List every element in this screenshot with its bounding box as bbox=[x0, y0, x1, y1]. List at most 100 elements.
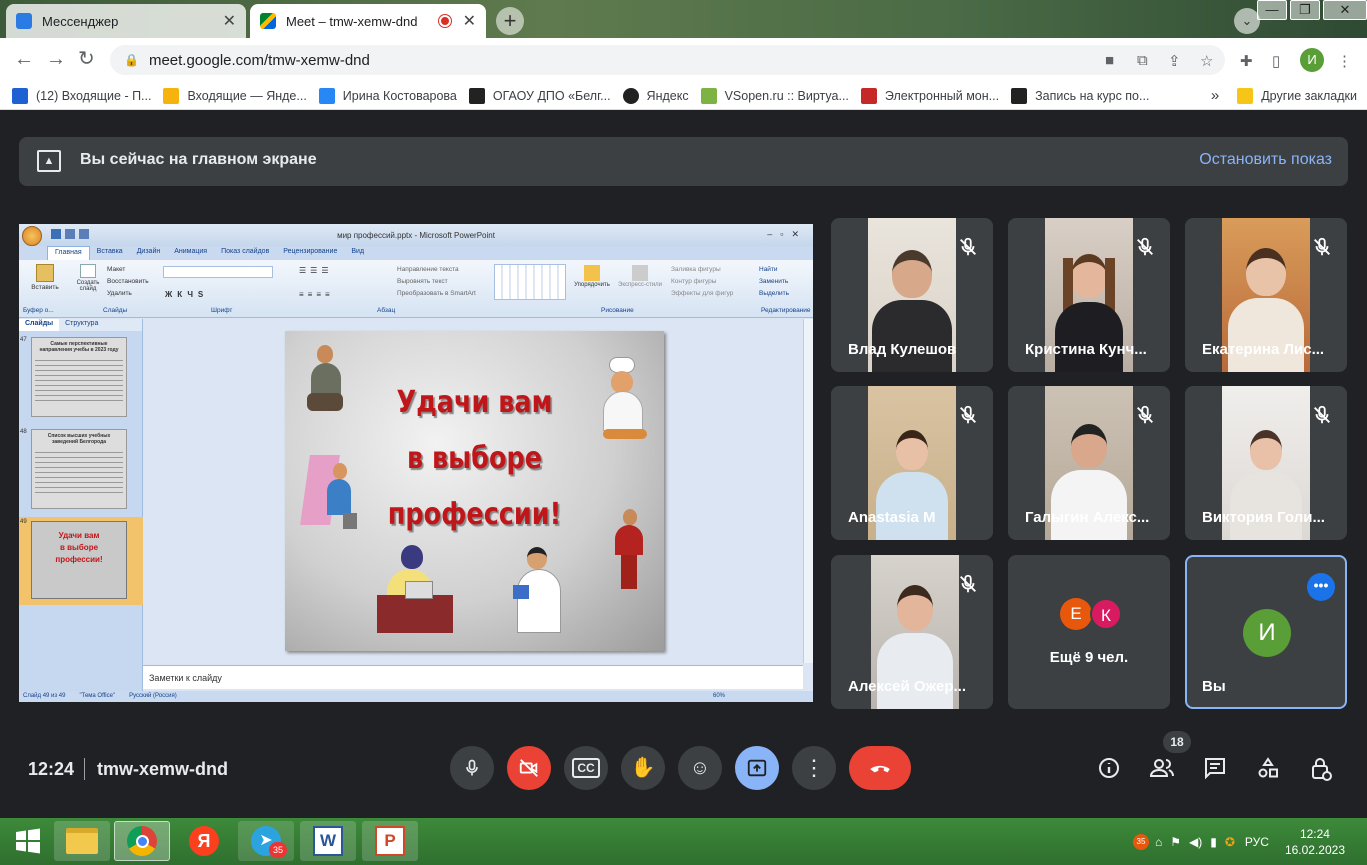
ppt-create-slide-button[interactable]: Создать слайд bbox=[73, 262, 103, 292]
ppt-find[interactable]: Найти bbox=[759, 264, 789, 276]
ppt-text-direction[interactable]: Направление текста bbox=[397, 264, 476, 276]
bookmark-item[interactable]: Ирина Костоварова bbox=[318, 87, 457, 104]
chat-button[interactable] bbox=[1203, 756, 1227, 786]
share-icon[interactable]: ⇪ bbox=[1168, 52, 1181, 70]
taskbar-telegram[interactable]: ➤ 35 bbox=[238, 821, 294, 861]
ppt-shape-fill[interactable]: Заливка фигуры bbox=[671, 264, 733, 276]
ppt-select[interactable]: Выделить bbox=[759, 288, 789, 300]
participant-tile[interactable]: Влад Кулешов bbox=[831, 218, 993, 372]
ppt-font-format-buttons[interactable]: ЖКЧS bbox=[165, 290, 208, 299]
flag-icon[interactable]: ⚑ bbox=[1170, 835, 1181, 849]
taskbar-yandex[interactable]: Я bbox=[176, 821, 232, 861]
keyboard-language[interactable]: РУС bbox=[1245, 835, 1269, 849]
meeting-details-button[interactable] bbox=[1097, 756, 1121, 786]
ppt-arrange-button[interactable]: Упорядочить bbox=[574, 264, 610, 288]
taskbar-powerpoint[interactable]: P bbox=[362, 821, 418, 861]
host-controls-button[interactable] bbox=[1309, 756, 1333, 788]
activities-button[interactable] bbox=[1256, 756, 1280, 786]
ppt-font-select[interactable] bbox=[163, 266, 273, 278]
ppt-tab-view[interactable]: Вид bbox=[344, 246, 371, 260]
open-in-window-icon[interactable]: ⧉ bbox=[1137, 52, 1148, 69]
close-window-button[interactable]: ✕ bbox=[1323, 0, 1367, 20]
bookmark-item[interactable]: (12) Входящие - П... bbox=[12, 87, 151, 104]
ppt-window-controls[interactable]: –▫✕ bbox=[767, 229, 807, 240]
reactions-button[interactable]: ☺ bbox=[678, 746, 722, 790]
profile-avatar[interactable]: И bbox=[1300, 48, 1324, 72]
participant-tile[interactable]: Кристина Кунч... bbox=[1008, 218, 1170, 372]
ppt-tab-design[interactable]: Дизайн bbox=[130, 246, 168, 260]
slide-thumbnail-48[interactable]: Список высших учебных заведений Белгород… bbox=[31, 429, 127, 509]
slide-thumbnail-47[interactable]: Самые перспективные направления учебы в … bbox=[31, 337, 127, 417]
address-bar[interactable]: 🔒 meet.google.com/tmw-xemw-dnd bbox=[110, 45, 1225, 75]
participant-tile[interactable]: Екатерина Лис... bbox=[1185, 218, 1347, 372]
taskbar-word[interactable]: W bbox=[300, 821, 356, 861]
bookmark-item[interactable]: Электронный мон... bbox=[860, 87, 999, 104]
more-options-button[interactable]: ••• bbox=[1307, 573, 1335, 601]
captions-button[interactable]: CC bbox=[564, 746, 608, 790]
current-slide[interactable]: Удачи вам в выборе профессии! bbox=[285, 331, 664, 651]
avast-icon[interactable]: ✪ bbox=[1225, 835, 1235, 849]
ppt-restore-button[interactable]: Восстановить bbox=[107, 276, 149, 288]
participant-tile[interactable]: Галыгин Алекс... bbox=[1008, 386, 1170, 540]
ppt-shape-outline[interactable]: Контур фигуры bbox=[671, 276, 733, 288]
battery-icon[interactable]: ▮ bbox=[1210, 835, 1217, 849]
menu-kebab-icon[interactable]: ⋮ bbox=[1337, 52, 1352, 70]
close-tab-icon[interactable]: ✕ bbox=[223, 11, 236, 31]
camera-button[interactable] bbox=[507, 746, 551, 790]
bookmark-star-icon[interactable]: ☆ bbox=[1200, 52, 1213, 70]
ppt-tab-home[interactable]: Главная bbox=[47, 246, 90, 260]
more-participants-tile[interactable]: Е К Ещё 9 чел. bbox=[1008, 555, 1170, 709]
ppt-quick-styles-button[interactable]: Экспресс-стили bbox=[615, 264, 665, 288]
bookmark-item[interactable]: Запись на курс по... bbox=[1011, 87, 1149, 104]
ppt-smartart[interactable]: Преобразовать в SmartArt bbox=[397, 288, 476, 300]
stop-presenting-button[interactable]: Остановить показ bbox=[1199, 151, 1332, 169]
extensions-icon[interactable]: ✚ bbox=[1240, 52, 1253, 70]
ppt-vertical-scrollbar[interactable] bbox=[803, 319, 813, 663]
ppt-shapes-gallery[interactable] bbox=[494, 264, 566, 300]
slide-thumbnail-49[interactable]: Удачи вам в выборе профессии! bbox=[31, 521, 127, 599]
more-bookmarks-button[interactable]: » bbox=[1211, 87, 1219, 104]
ppt-tab-slideshow[interactable]: Показ слайдов bbox=[214, 246, 276, 260]
lock-icon[interactable]: 🔒 bbox=[124, 53, 139, 67]
bookmark-item[interactable]: Входящие — Янде... bbox=[163, 87, 307, 104]
leave-call-button[interactable] bbox=[849, 746, 911, 790]
close-tab-icon[interactable]: ✕ bbox=[463, 11, 476, 31]
raise-hand-button[interactable]: ✋ bbox=[621, 746, 665, 790]
ppt-tab-review[interactable]: Рецензирование bbox=[276, 246, 344, 260]
taskbar-file-explorer[interactable] bbox=[54, 821, 110, 861]
back-icon[interactable]: ← bbox=[14, 49, 34, 69]
windows-start-button[interactable] bbox=[0, 821, 56, 861]
new-tab-button[interactable]: + bbox=[496, 7, 524, 35]
forward-icon[interactable]: → bbox=[46, 49, 66, 69]
ppt-shape-effects[interactable]: Эффекты для фигур bbox=[671, 288, 733, 300]
participant-tile[interactable]: Anastasia M bbox=[831, 386, 993, 540]
tray-app-icon[interactable]: 35 bbox=[1132, 833, 1149, 850]
restore-button[interactable]: ❐ bbox=[1290, 0, 1320, 20]
ppt-tab-insert[interactable]: Вставка bbox=[90, 246, 130, 260]
self-tile[interactable]: ••• И Вы bbox=[1185, 555, 1347, 709]
ppt-zoom-level[interactable]: 60% bbox=[713, 693, 725, 700]
ppt-outline-tab[interactable]: Структура bbox=[59, 319, 104, 331]
participant-tile[interactable]: Виктория Голи... bbox=[1185, 386, 1347, 540]
network-icon[interactable]: ⌂ bbox=[1155, 835, 1162, 849]
ppt-tab-animation[interactable]: Анимация bbox=[167, 246, 214, 260]
bookmark-item[interactable]: Яндекс bbox=[622, 87, 689, 104]
people-button[interactable] bbox=[1149, 756, 1175, 786]
participant-tile[interactable]: Алексей Ожер... bbox=[831, 555, 993, 709]
microphone-button[interactable] bbox=[450, 746, 494, 790]
taskbar-chrome[interactable] bbox=[114, 821, 170, 861]
reload-icon[interactable]: ↻ bbox=[78, 49, 95, 69]
ppt-align-buttons[interactable]: ≡≡≡≡ bbox=[299, 290, 334, 299]
bookmark-item[interactable]: VSopen.ru :: Виртуа... bbox=[700, 87, 849, 104]
bookmark-item[interactable]: ОГАОУ ДПО «Белг... bbox=[468, 87, 611, 104]
ppt-replace[interactable]: Заменить bbox=[759, 276, 789, 288]
ppt-layout-button[interactable]: Макет bbox=[107, 264, 149, 276]
other-bookmarks-folder[interactable]: Другие закладки bbox=[1237, 87, 1357, 104]
present-button[interactable] bbox=[735, 746, 779, 790]
tab-meet[interactable]: Meet – tmw-xemw-dnd ✕ bbox=[250, 4, 486, 38]
clock[interactable]: 12:24 16.02.2023 bbox=[1285, 826, 1345, 858]
camera-icon[interactable]: ■ bbox=[1105, 52, 1114, 69]
side-panel-icon[interactable]: ▯ bbox=[1272, 52, 1280, 70]
ppt-list-buttons[interactable]: ☰☰☰ bbox=[299, 266, 333, 275]
more-options-button[interactable]: ⋮ bbox=[792, 746, 836, 790]
